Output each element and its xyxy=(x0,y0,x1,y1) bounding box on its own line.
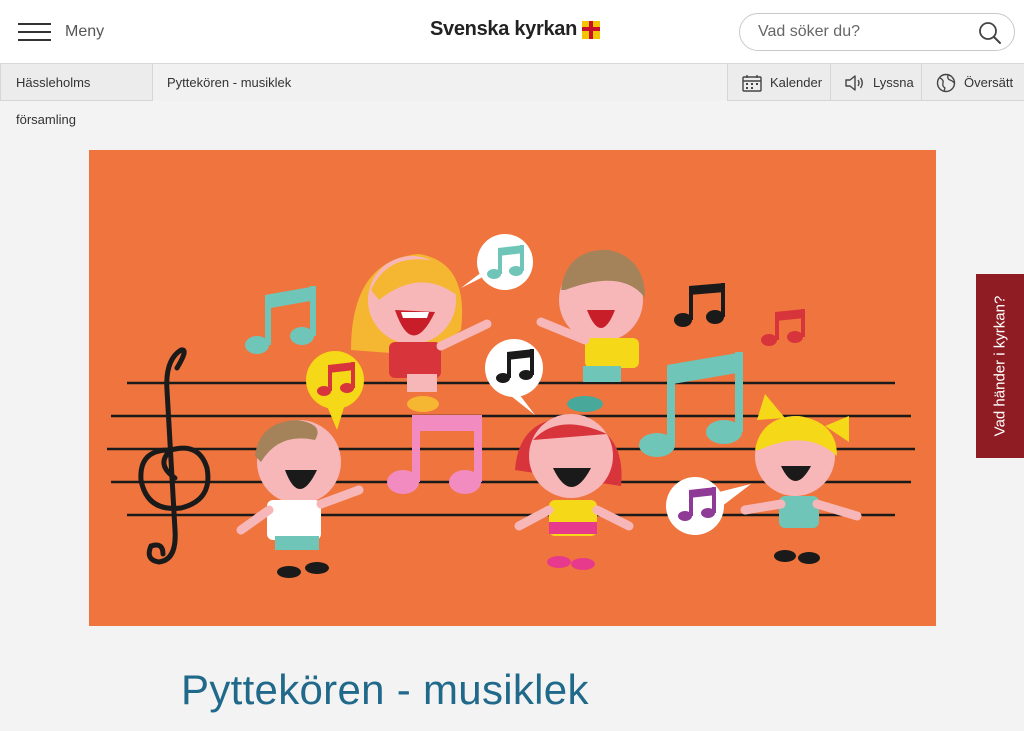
globe-icon xyxy=(936,73,956,92)
menu-label: Meny xyxy=(65,23,105,40)
calendar-icon xyxy=(742,74,762,92)
search-icon[interactable] xyxy=(978,21,1002,45)
menu-icon xyxy=(18,22,51,42)
site-logo[interactable]: Svenska kyrkan xyxy=(430,18,601,41)
side-tab-label: Vad händer i kyrkan? xyxy=(991,295,1009,437)
treble-clef-icon xyxy=(138,347,211,565)
breadcrumb-parish[interactable]: Hässleholms församling xyxy=(0,64,153,127)
search-box[interactable] xyxy=(739,13,1015,51)
logo-text: Svenska kyrkan xyxy=(430,18,578,40)
breadcrumb-bar: Hässleholms församling Pyttekören - musi… xyxy=(0,64,1024,127)
logo-cross-icon xyxy=(582,20,601,39)
menu-button[interactable]: Meny xyxy=(18,18,104,46)
page-title: Pyttekören - musiklek xyxy=(181,666,589,713)
translate-button[interactable]: Översätt xyxy=(921,64,1024,101)
whats-on-side-tab[interactable]: Vad händer i kyrkan? xyxy=(976,274,1024,458)
site-header: Meny Svenska kyrkan xyxy=(0,0,1024,64)
breadcrumb-current: Pyttekören - musiklek xyxy=(153,64,727,101)
speaker-icon xyxy=(845,74,863,91)
hero-illustration xyxy=(89,150,936,626)
translate-label: Översätt xyxy=(964,75,1014,90)
calendar-label: Kalender xyxy=(770,75,823,90)
calendar-button[interactable]: Kalender xyxy=(727,64,830,101)
singing-children-illustration xyxy=(107,234,915,578)
listen-label: Lyssna xyxy=(873,75,914,90)
search-input[interactable] xyxy=(758,23,958,41)
listen-button[interactable]: Lyssna xyxy=(830,64,921,101)
